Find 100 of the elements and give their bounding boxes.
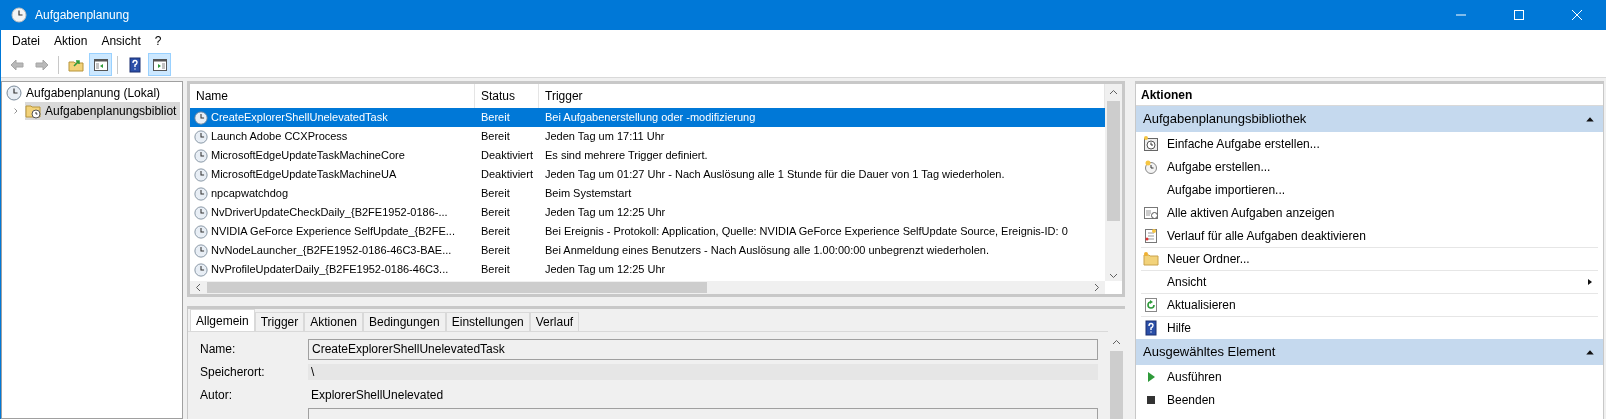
clock-icon (194, 110, 208, 125)
vertical-scrollbar[interactable] (1105, 84, 1122, 281)
action-item[interactable]: Aktualisieren (1141, 293, 1598, 316)
action-item[interactable]: Ausführen (1141, 365, 1598, 388)
action-item[interactable]: Alle aktiven Aufgaben anzeigen (1141, 201, 1598, 224)
table-cell-text: Bereit (480, 205, 511, 221)
table-row[interactable]: MicrosoftEdgeUpdateTaskMachineCore Deaktiviert Es sind mehrere Trigger definiert. (190, 146, 1105, 165)
list-clock-icon (1143, 204, 1159, 221)
tree-item[interactable]: Aufgabenplanungsbibliot (25, 102, 181, 120)
field-label: Name: (200, 342, 236, 356)
table-cell-text: Bereit (480, 243, 511, 259)
scroll-right-icon[interactable] (1094, 283, 1100, 292)
refresh-icon (1143, 297, 1159, 313)
scroll-up-icon[interactable] (1112, 339, 1121, 345)
action-label: Ansicht (1167, 274, 1207, 291)
panel-right-icon (151, 56, 168, 73)
table-row[interactable]: NvNodeLauncher_{B2FE1952-0186-46C3-BAE... Bereit Bei Anmeldung eines Benutzers - Nach Auslösung alle 1.00:00:00 unbegrenzt wiederholen. (190, 241, 1105, 260)
table-cell-text: Deaktiviert (480, 148, 534, 164)
action-item[interactable]: Ansicht (1141, 270, 1598, 293)
action-item[interactable]: Neuer Ordner... (1141, 247, 1598, 270)
folder-clock-icon (25, 103, 41, 119)
clock-icon (1143, 158, 1159, 175)
scroll-left-icon[interactable] (195, 283, 201, 292)
menu-item[interactable]: ? (147, 30, 169, 52)
table-cell-text: NvNodeLauncher_{B2FE1952-0186-46C3-BAE... (211, 243, 452, 259)
table-cell-text: Bereit (480, 262, 511, 278)
help-icon (126, 56, 143, 73)
scroll-down-icon[interactable] (1109, 273, 1118, 279)
toolbar-button[interactable] (89, 53, 112, 76)
table-row[interactable]: NvDriverUpdateCheckDaily_{B2FE1952-0186-... Bereit Jeden Tag um 12:25 Uhr (190, 203, 1105, 222)
scroll-up-icon[interactable] (1109, 89, 1118, 95)
field-label: Autor: (200, 388, 232, 402)
table-cell-text: Beim Systemstart (544, 186, 632, 202)
clock-icon (194, 148, 208, 163)
table-cell-text: MicrosoftEdgeUpdateTaskMachineCore (211, 148, 405, 164)
scroll-thumb[interactable] (1110, 351, 1123, 419)
document-list-icon (1143, 227, 1159, 244)
action-item[interactable]: Aufgabe importieren... (1141, 178, 1598, 201)
action-label: Beenden (1167, 391, 1216, 409)
section-header[interactable]: Ausgewähltes Element (1136, 339, 1603, 365)
scroll-thumb[interactable] (1107, 101, 1120, 221)
table-row[interactable]: Launch Adobe CCXProcess Bereit Jeden Tag um 17:11 Uhr (190, 127, 1105, 146)
action-item[interactable]: Beenden (1141, 388, 1598, 411)
tab[interactable]: Allgemein (190, 309, 255, 331)
table-cell-text: Bereit (480, 224, 511, 240)
window-title: Aufgabenplanung (35, 7, 130, 24)
table-row[interactable]: CreateExplorerShellUnelevatedTask Bereit Bei Aufgabenerstellung oder -modifizierung (190, 108, 1105, 127)
tab[interactable]: Trigger (254, 312, 305, 331)
menu-item[interactable]: Ansicht (94, 30, 148, 52)
scroll-thumb[interactable] (207, 282, 707, 293)
menu-item[interactable]: Datei (5, 30, 47, 52)
clock-icon (6, 85, 22, 101)
action-label: Aufgabe importieren... (1167, 181, 1286, 199)
help-icon (1143, 320, 1159, 336)
menu-item[interactable]: Aktion (47, 30, 95, 52)
panel-left-icon (92, 56, 109, 73)
action-label: Aktualisieren (1167, 297, 1236, 314)
horizontal-scrollbar[interactable] (190, 281, 1105, 294)
table-cell-text: Bereit (480, 186, 511, 202)
table-cell-text: Es sind mehrere Trigger definiert. (544, 148, 708, 164)
table-cell-text: Deaktiviert (480, 167, 534, 183)
tab[interactable]: Einstellungen (445, 312, 530, 331)
action-label: Einfache Aufgabe erstellen... (1167, 135, 1320, 153)
table-cell-text: npcapwatchdog (211, 186, 289, 202)
section-title: Ausgewähltes Element (1143, 343, 1276, 362)
tree-item[interactable]: Aufgabenplanung (Lokal) (6, 84, 165, 102)
maximize-icon (1514, 10, 1524, 20)
table-cell-text: MicrosoftEdgeUpdateTaskMachineUA (211, 167, 397, 183)
action-label: Alle aktiven Aufgaben anzeigen (1167, 204, 1335, 222)
action-label: Verlauf für alle Aufgaben deaktivieren (1167, 227, 1366, 245)
text-field[interactable]: CreateExplorerShellUnelevatedTask (308, 338, 1098, 360)
table-cell-text: NVIDIA GeForce Experience SelfUpdate_{B2FE... (211, 224, 455, 240)
action-label: Ausführen (1167, 368, 1222, 386)
chevron-right-icon[interactable] (12, 107, 20, 115)
section-title: Aufgabenplanungsbibliothek (1143, 110, 1307, 129)
action-item[interactable]: Einfache Aufgabe erstellen... (1141, 132, 1598, 155)
vertical-scrollbar[interactable] (1108, 309, 1125, 419)
table-row[interactable]: MicrosoftEdgeUpdateTaskMachineUA Deaktiviert Jeden Tag um 01:27 Uhr - Nach Auslösung alle 1 Stunde für die Dauer von 1 Tag wiederholen. (190, 165, 1105, 184)
close-icon (1572, 10, 1582, 20)
field-value: ExplorerShellUnelevated (310, 387, 445, 404)
table-row[interactable]: NVIDIA GeForce Experience SelfUpdate_{B2FE... Bereit Bei Ereignis - Protokoll: Application, Quelle: NVIDIA GeForce Experience SelfUpdate Source, Ereignis-ID: 0 (190, 222, 1105, 241)
table-row[interactable]: NvProfileUpdaterDaily_{B2FE1952-0186-46C3... Bereit Jeden Tag um 12:25 Uhr (190, 260, 1105, 279)
table-cell-text: CreateExplorerShellUnelevatedTask (211, 110, 388, 126)
toolbar-button[interactable] (148, 53, 171, 76)
table-cell-text: Bereit (480, 110, 511, 126)
table-cell-text: Bei Ereignis - Protokoll: Application, Quelle: NVIDIA GeForce Experience SelfUpdate Source, Ereignis-ID: 0 (544, 224, 1068, 240)
action-label: Hilfe (1167, 320, 1191, 337)
tab[interactable]: Verlauf (529, 312, 580, 331)
table-cell-text: Jeden Tag um 12:25 Uhr (544, 262, 666, 278)
clock-icon (194, 224, 208, 239)
table-row[interactable]: npcapwatchdog Bereit Beim Systemstart (190, 184, 1105, 203)
clock-icon (194, 129, 208, 144)
tab[interactable]: Bedingungen (363, 312, 446, 331)
section-header[interactable]: Aufgabenplanungsbibliothek (1136, 106, 1603, 132)
action-item[interactable]: Aufgabe erstellen... (1141, 155, 1598, 178)
clock-icon (194, 167, 208, 182)
table-cell-text: Jeden Tag um 01:27 Uhr - Nach Auslösung alle 1 Stunde für die Dauer von 1 Tag wiederholen. (544, 167, 1005, 183)
tab[interactable]: Aktionen (304, 312, 363, 331)
table-cell-text: Bei Anmeldung eines Benutzers - Nach Auslösung alle 1.00:00:00 unbegrenzt wiederholen. (544, 243, 989, 259)
action-item[interactable]: Verlauf für alle Aufgaben deaktivieren (1141, 224, 1598, 247)
